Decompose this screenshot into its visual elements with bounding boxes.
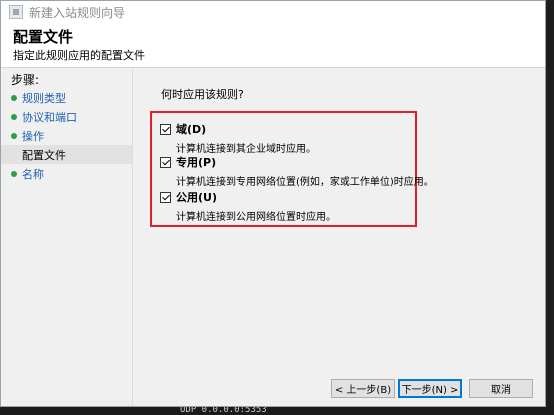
private-checkbox[interactable]	[160, 156, 171, 168]
step-dot-icon	[11, 94, 17, 101]
option-private: 专用(P) 计算机连接到专用网络位置(例如，家或工作单位)时应用。	[160, 154, 434, 188]
cancel-button[interactable]: 取消	[469, 379, 533, 398]
step-dot-icon	[11, 170, 17, 177]
public-label[interactable]: 公用(U)	[176, 189, 217, 205]
page-title: 配置文件	[13, 28, 74, 46]
back-button[interactable]: < 上一步(B)	[331, 379, 395, 398]
question-text: 何时应用该规则?	[161, 88, 244, 101]
content-panel: 何时应用该规则? 域(D) 计算机连接到其企业域时应用。 专用(P) 计算机连接…	[133, 68, 545, 406]
window-title: 新建入站规则向导	[29, 5, 126, 20]
option-domain: 域(D) 计算机连接到其企业域时应用。	[160, 121, 316, 155]
title-bar[interactable]: 新建入站规则向导	[1, 1, 545, 23]
firewall-app-icon	[9, 5, 23, 19]
step-label: 配置文件	[22, 148, 66, 162]
wizard-header: 配置文件 指定此规则应用的配置文件	[1, 23, 545, 67]
steps-label: 步骤:	[11, 73, 40, 87]
domain-checkbox[interactable]	[160, 123, 171, 135]
next-button[interactable]: 下一步(N) >	[398, 379, 462, 398]
step-label: 协议和端口	[22, 110, 77, 124]
step-label: 规则类型	[22, 91, 66, 105]
step-label: 名称	[22, 167, 44, 181]
steps-list: 规则类型 协议和端口 操作 配置文件 名称	[1, 88, 132, 183]
step-dot-icon	[11, 132, 17, 139]
step-profile-current[interactable]: 配置文件	[1, 145, 132, 164]
background-terminal-text: UDP 0.0.0.0:5353	[180, 405, 267, 415]
step-action[interactable]: 操作	[1, 126, 132, 145]
page-subtitle: 指定此规则应用的配置文件	[13, 49, 145, 62]
step-rule-type[interactable]: 规则类型	[1, 88, 132, 107]
domain-description: 计算机连接到其企业域时应用。	[176, 144, 316, 155]
public-checkbox[interactable]	[160, 191, 171, 203]
private-description: 计算机连接到专用网络位置(例如，家或工作单位)时应用。	[176, 177, 434, 188]
step-dot-icon	[11, 113, 17, 120]
background-terminal: UDP 0.0.0.0:5353	[0, 406, 554, 415]
wizard-window: 新建入站规则向导 配置文件 指定此规则应用的配置文件 步骤: 规则类型 协议和端…	[0, 0, 546, 407]
option-public: 公用(U) 计算机连接到公用网络位置时应用。	[160, 189, 336, 223]
step-name[interactable]: 名称	[1, 164, 132, 183]
step-protocol-port[interactable]: 协议和端口	[1, 107, 132, 126]
private-label[interactable]: 专用(P)	[176, 154, 216, 170]
public-description: 计算机连接到公用网络位置时应用。	[176, 212, 336, 223]
domain-label[interactable]: 域(D)	[176, 121, 206, 137]
step-label: 操作	[22, 129, 44, 143]
steps-sidebar: 步骤: 规则类型 协议和端口 操作 配置文件 名称	[1, 68, 133, 406]
background-desktop-right	[545, 0, 554, 415]
